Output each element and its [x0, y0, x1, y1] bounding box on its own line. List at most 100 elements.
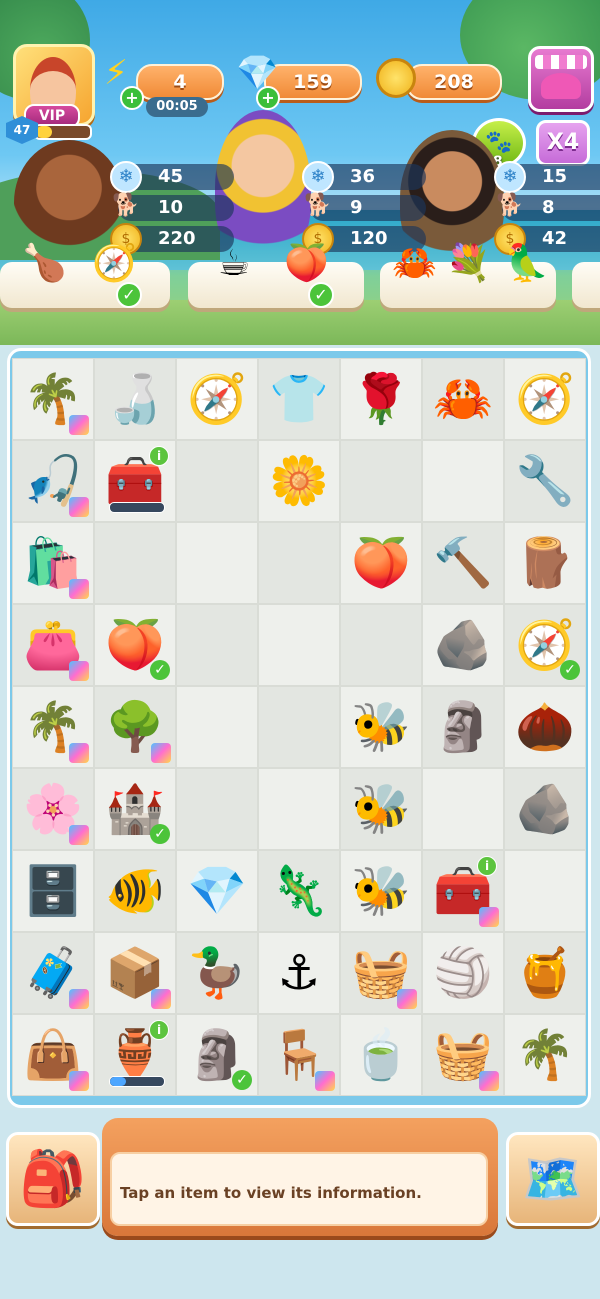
board-cell[interactable] — [258, 522, 340, 604]
board-cell[interactable]: 🌸 — [12, 768, 94, 850]
board-cell[interactable]: 🧭 — [504, 358, 586, 440]
info-icon[interactable]: i — [149, 1020, 169, 1040]
check-icon: ✓ — [560, 660, 580, 680]
board-item: 🌼 — [269, 453, 329, 509]
board-item: 🌰 — [515, 699, 575, 755]
board-cell[interactable]: 🗿 — [422, 686, 504, 768]
board-item: 🔨 — [433, 535, 493, 591]
board-cell[interactable]: 🪵 — [504, 522, 586, 604]
xp-bar-fill — [36, 126, 53, 138]
board-item: 🍶 — [105, 371, 165, 427]
order-card-2[interactable] — [188, 262, 364, 308]
board-cell[interactable]: 🐝 — [340, 768, 422, 850]
board-item: 🌴 — [515, 1027, 575, 1083]
check-icon: ✓ — [116, 282, 142, 308]
order-3-item-1: 🦀 — [392, 243, 437, 284]
board-cell[interactable]: 🍑 — [340, 522, 422, 604]
board-cell[interactable] — [258, 768, 340, 850]
board-cell[interactable]: 🍵 — [340, 1014, 422, 1096]
board-cell[interactable]: 🧺 — [422, 1014, 504, 1096]
board-cell[interactable] — [422, 768, 504, 850]
map-button[interactable]: 🗺️ — [506, 1132, 600, 1226]
board-cell[interactable]: 🧭 — [176, 358, 258, 440]
snowflake-icon: ❄ — [302, 161, 334, 193]
board-cell[interactable]: 🌳 — [94, 686, 176, 768]
board-cell[interactable]: 🌴 — [12, 358, 94, 440]
add-energy-button[interactable]: + — [120, 86, 144, 110]
board-cell[interactable]: 🦎 — [258, 850, 340, 932]
multiplier-button[interactable]: X4 — [536, 120, 590, 166]
board-item: 🧭 — [187, 371, 247, 427]
board-cell[interactable]: 🐝 — [340, 686, 422, 768]
board-cell[interactable]: 🌴 — [504, 1014, 586, 1096]
energy-boost-icon — [69, 415, 89, 435]
board-cell[interactable]: 🦀 — [422, 358, 504, 440]
merge-grid: 🌴 🍶 🧭 👕 🌹 🦀 🧭 🎣 🧰 i 🌼 🔧 🛍️ 🍑 🔨 🪵 👛 🍑 ✓ 🪨 🧭 ✓ 🌴 🌳 🐝 🗿 🌰 🌸 🏰 ✓ 🐝 🪨 🗄️ 🐠 💎 🦎 🐝 🧰… — [12, 358, 586, 1096]
energy-boost-icon — [479, 907, 499, 927]
board-cell[interactable]: 🌰 — [504, 686, 586, 768]
board-cell[interactable]: 🪨 — [422, 604, 504, 686]
snowflake-icon: ❄ — [494, 161, 526, 193]
board-cell[interactable] — [258, 686, 340, 768]
board-cell[interactable]: 🐠 — [94, 850, 176, 932]
board-cell[interactable]: 🔧 — [504, 440, 586, 522]
shop-button[interactable] — [528, 46, 594, 112]
board-cell[interactable] — [340, 604, 422, 686]
board-item: 🪨 — [515, 781, 575, 837]
board-cell[interactable] — [422, 440, 504, 522]
board-cell[interactable]: 📦 — [94, 932, 176, 1014]
board-cell[interactable]: 🧭 ✓ — [504, 604, 586, 686]
lightning-icon: ⚡ — [104, 53, 128, 93]
board-cell[interactable]: 🪑 — [258, 1014, 340, 1096]
board-cell[interactable]: 🧺 — [340, 932, 422, 1014]
board-cell[interactable] — [176, 686, 258, 768]
board-cell[interactable]: 🍑 ✓ — [94, 604, 176, 686]
board-cell[interactable]: 🛍️ — [12, 522, 94, 604]
board-cell[interactable]: 👕 — [258, 358, 340, 440]
board-cell[interactable]: 🗄️ — [12, 850, 94, 932]
board-cell[interactable]: 🏐 — [422, 932, 504, 1014]
board-cell[interactable]: 🎣 — [12, 440, 94, 522]
energy-boost-icon — [69, 497, 89, 517]
board-cell[interactable]: 🌴 — [12, 686, 94, 768]
board-cell[interactable]: 🌹 — [340, 358, 422, 440]
board-cell[interactable] — [340, 440, 422, 522]
board-cell[interactable]: 🍯 — [504, 932, 586, 1014]
backpack-button[interactable]: 🎒 — [6, 1132, 100, 1226]
board-cell[interactable] — [176, 440, 258, 522]
board-cell[interactable] — [176, 604, 258, 686]
item-info-text: Tap an item to view its information. — [120, 1184, 422, 1202]
board-cell[interactable]: 🏺 i — [94, 1014, 176, 1096]
board-cell[interactable] — [258, 604, 340, 686]
info-icon[interactable]: i — [477, 856, 497, 876]
board-cell[interactable] — [176, 768, 258, 850]
coin-icon — [376, 58, 416, 98]
board-cell[interactable] — [176, 522, 258, 604]
board-cell[interactable] — [94, 522, 176, 604]
board-item: 🪨 — [433, 617, 493, 673]
add-gems-button[interactable]: + — [256, 86, 280, 110]
board-cell[interactable]: 🧰 i — [422, 850, 504, 932]
production-progress-bar — [109, 502, 165, 513]
board-cell[interactable]: 🏰 ✓ — [94, 768, 176, 850]
info-icon[interactable]: i — [149, 446, 169, 466]
board-cell[interactable]: 🪨 — [504, 768, 586, 850]
board-cell[interactable]: 🧳 — [12, 932, 94, 1014]
board-cell[interactable]: 🐝 — [340, 850, 422, 932]
board-cell[interactable]: 💎 — [176, 850, 258, 932]
shop-awning — [535, 55, 587, 69]
board-cell[interactable]: 🍶 — [94, 358, 176, 440]
board-item: 🐝 — [351, 699, 411, 755]
board-item: 🔧 — [515, 453, 575, 509]
board-cell[interactable]: 🗿 ✓ — [176, 1014, 258, 1096]
board-cell[interactable]: 🦆 — [176, 932, 258, 1014]
board-cell[interactable]: ⚓ — [258, 932, 340, 1014]
order-card-4[interactable] — [572, 262, 600, 308]
energy-boost-icon — [69, 825, 89, 845]
board-cell[interactable]: 👛 — [12, 604, 94, 686]
board-cell[interactable] — [504, 850, 586, 932]
board-cell[interactable]: 🧰 i — [94, 440, 176, 522]
board-cell[interactable]: 🌼 — [258, 440, 340, 522]
board-cell[interactable]: 👜 — [12, 1014, 94, 1096]
board-cell[interactable]: 🔨 — [422, 522, 504, 604]
